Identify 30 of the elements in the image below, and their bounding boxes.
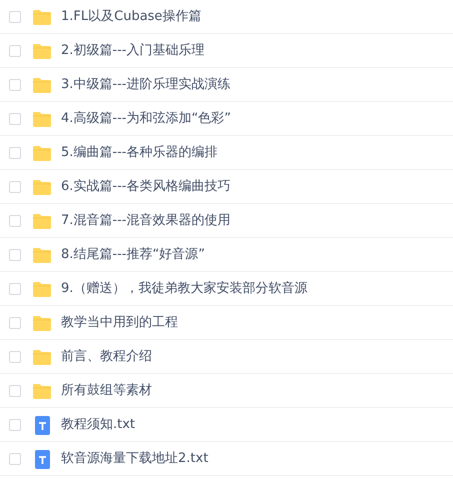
file-name[interactable]: 5.编曲篇---各种乐器的编排 [61, 142, 218, 162]
file-name[interactable]: 前言、教程介绍 [61, 346, 152, 366]
checkbox[interactable] [9, 350, 21, 362]
checkbox[interactable] [9, 78, 21, 90]
checkbox[interactable] [9, 10, 21, 22]
file-name[interactable]: 8.结尾篇---推荐“好音源” [61, 244, 205, 264]
checkbox[interactable] [9, 44, 21, 56]
file-name[interactable]: 3.中级篇---进阶乐理实战演练 [61, 74, 230, 94]
checkbox[interactable] [9, 384, 21, 396]
checkbox[interactable] [9, 180, 21, 192]
file-name[interactable]: 7.混音篇---混音效果器的使用 [61, 210, 230, 230]
checkbox[interactable] [9, 316, 21, 328]
checkbox[interactable] [9, 282, 21, 294]
checkbox[interactable] [9, 146, 21, 158]
checkbox[interactable] [9, 214, 21, 226]
file-name[interactable]: 教程须知.txt [61, 414, 136, 434]
text-file-icon [32, 414, 52, 434]
file-name[interactable]: 4.高级篇---为和弦添加“色彩” [61, 108, 231, 128]
file-name[interactable]: 2.初级篇---入门基础乐理 [61, 40, 204, 60]
file-name[interactable]: 教学当中用到的工程 [61, 312, 178, 332]
file-name[interactable]: 软音源海量下载地址2.txt [61, 448, 208, 468]
checkbox[interactable] [9, 112, 21, 124]
file-name[interactable]: 6.实战篇---各类风格编曲技巧 [61, 176, 230, 196]
file-name[interactable]: 1.FL以及Cubase操作篇 [61, 6, 202, 26]
checkbox[interactable] [9, 452, 21, 464]
checkbox[interactable] [9, 248, 21, 260]
text-file-icon [32, 448, 52, 468]
file-name[interactable]: 所有鼓组等素材 [61, 380, 152, 400]
file-name[interactable]: 9.（赠送），我徒弟教大家安装部分软音源 [61, 278, 308, 298]
checkbox[interactable] [9, 418, 21, 430]
